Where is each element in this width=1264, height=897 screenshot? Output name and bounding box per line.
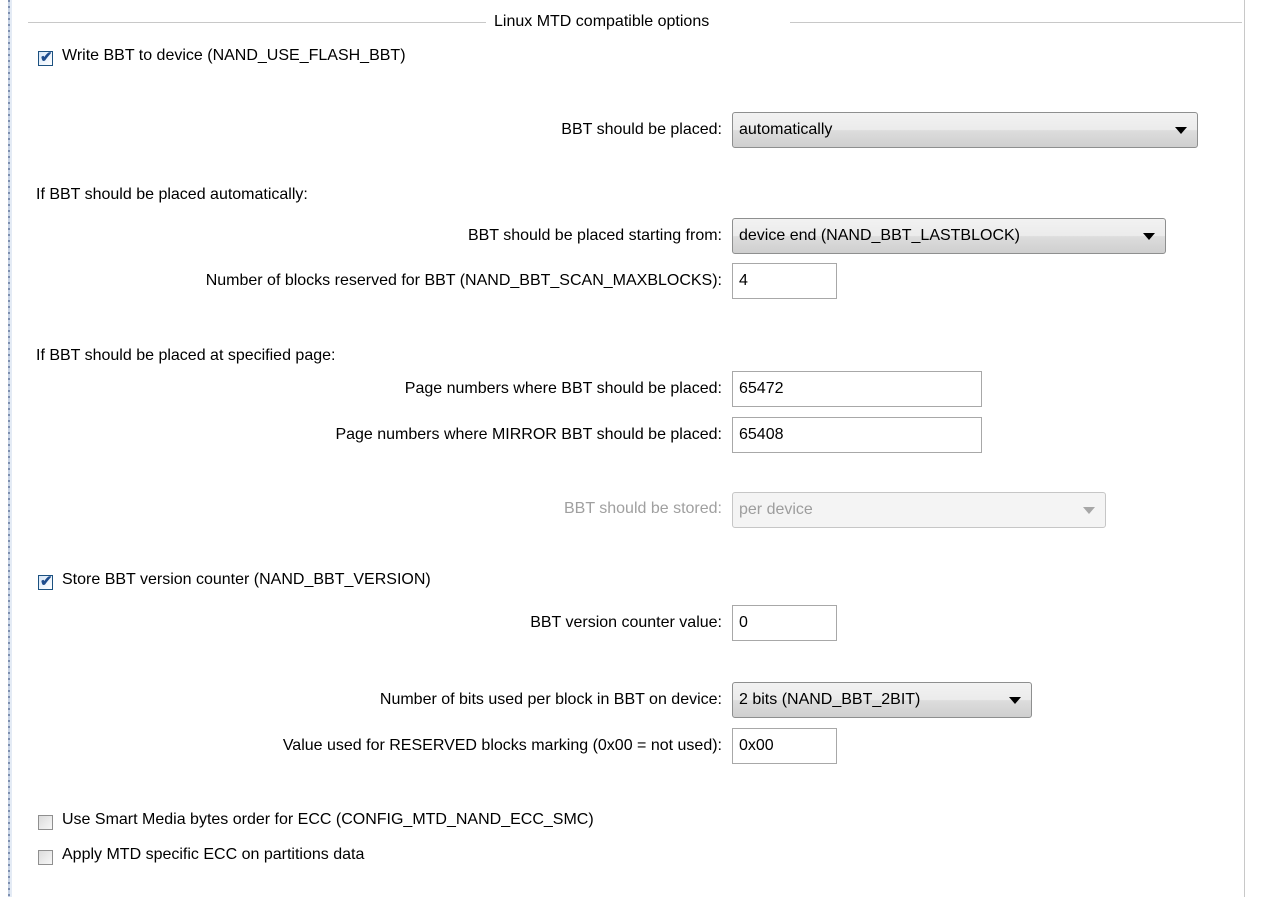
group-line-right <box>790 22 1242 23</box>
panel-splitter[interactable] <box>8 0 10 897</box>
bbt-stored-label: BBT should be stored: <box>563 500 722 517</box>
chevron-down-icon <box>1143 233 1155 240</box>
group-title: Linux MTD compatible options <box>494 13 710 30</box>
mtd-ecc-label: Apply MTD specific ECC on partitions dat… <box>62 846 365 863</box>
mtd-ecc-checkbox[interactable] <box>38 850 53 865</box>
start-from-value: device end (NAND_BBT_LASTBLOCK) <box>739 227 1020 244</box>
smart-media-checkbox[interactable] <box>38 815 53 830</box>
bbt-placed-label: BBT should be placed: <box>561 121 722 138</box>
bits-per-block-label: Number of bits used per block in BBT on … <box>379 691 722 708</box>
bbt-placed-select[interactable]: automatically <box>732 112 1198 148</box>
page-numbers-input[interactable]: 65472 <box>732 371 982 407</box>
bbt-placed-value: automatically <box>739 121 833 138</box>
smart-media-label: Use Smart Media bytes order for ECC (CON… <box>62 811 594 828</box>
version-value-input[interactable]: 0 <box>732 605 837 641</box>
reserved-blocks-input[interactable]: 4 <box>732 263 837 299</box>
left-panel-edge <box>0 0 18 897</box>
bbt-stored-value: per device <box>739 501 813 518</box>
group-line-left <box>28 22 486 23</box>
page-numbers-label: Page numbers where BBT should be placed: <box>404 380 722 397</box>
chevron-down-icon <box>1175 127 1187 134</box>
reserved-marking-label: Value used for RESERVED blocks marking (… <box>282 737 722 754</box>
mirror-page-numbers-input[interactable]: 65408 <box>732 417 982 453</box>
reserved-blocks-label: Number of blocks reserved for BBT (NAND_… <box>205 272 722 289</box>
start-from-select[interactable]: device end (NAND_BBT_LASTBLOCK) <box>732 218 1166 254</box>
store-version-checkbox[interactable]: ✔ <box>38 573 53 590</box>
bbt-stored-select: per device <box>732 492 1106 528</box>
version-value-label: BBT version counter value: <box>530 614 722 631</box>
store-version-label: Store BBT version counter (NAND_BBT_VERS… <box>62 571 431 588</box>
chevron-down-icon <box>1083 507 1095 514</box>
start-from-label: BBT should be placed starting from: <box>467 227 722 244</box>
page-section-header: If BBT should be placed at specified pag… <box>36 347 336 364</box>
write-bbt-label: Write BBT to device (NAND_USE_FLASH_BBT) <box>62 47 406 64</box>
auto-section-header: If BBT should be placed automatically: <box>36 186 308 203</box>
right-border <box>1244 0 1245 897</box>
bits-per-block-value: 2 bits (NAND_BBT_2BIT) <box>739 691 921 708</box>
reserved-marking-input[interactable]: 0x00 <box>732 728 837 764</box>
mirror-page-numbers-label: Page numbers where MIRROR BBT should be … <box>335 426 722 443</box>
checkmark-icon: ✔ <box>40 573 53 590</box>
bits-per-block-select[interactable]: 2 bits (NAND_BBT_2BIT) <box>732 682 1032 718</box>
checkmark-icon: ✔ <box>40 49 53 66</box>
write-bbt-checkbox[interactable]: ✔ <box>38 49 53 66</box>
chevron-down-icon <box>1009 697 1021 704</box>
